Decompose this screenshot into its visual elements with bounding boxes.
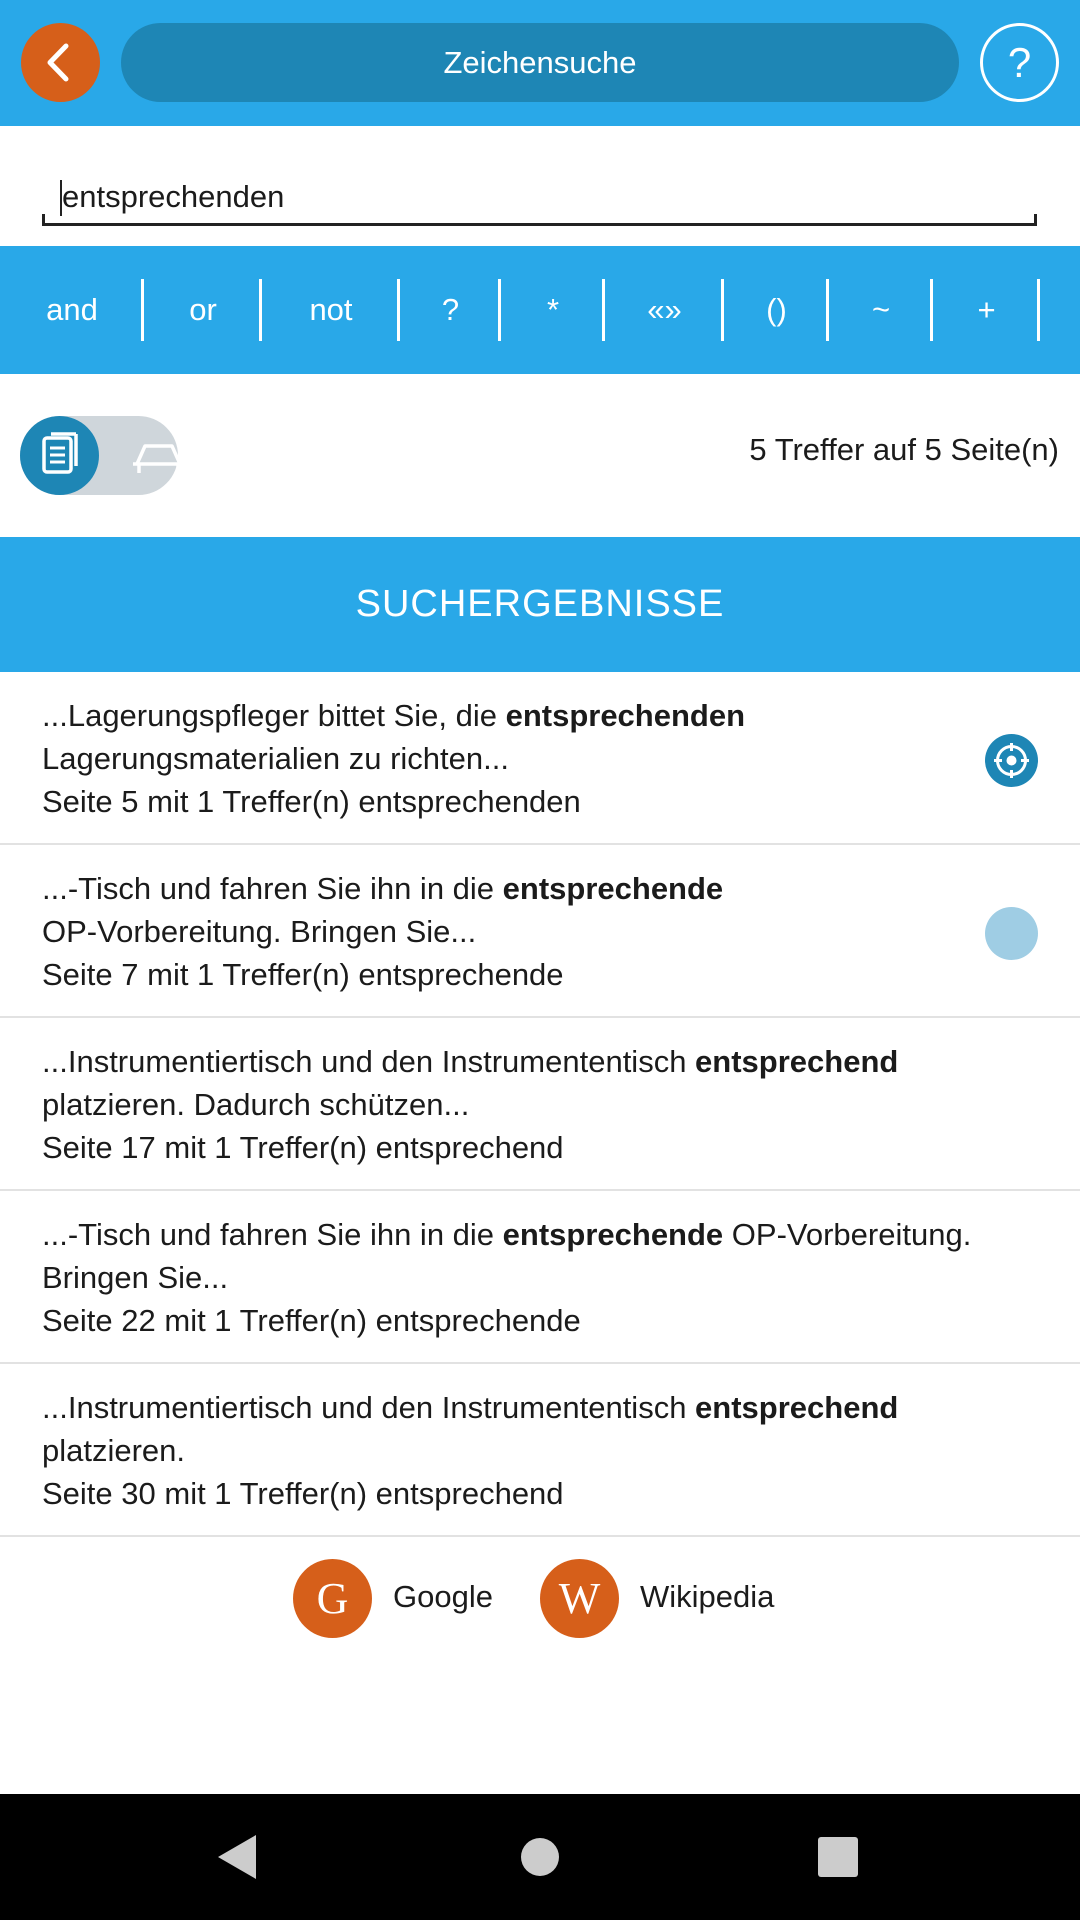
google-link[interactable]: Google xyxy=(393,1579,493,1615)
operator-not-button[interactable]: not xyxy=(262,246,400,374)
nav-back-icon[interactable] xyxy=(218,1835,256,1879)
result-indicator[interactable] xyxy=(985,907,1038,960)
wikipedia-logo-icon[interactable]: W xyxy=(540,1559,619,1638)
view-mode-toggle[interactable] xyxy=(20,416,184,495)
document-view-option[interactable] xyxy=(20,416,99,495)
nav-recents-icon[interactable] xyxy=(818,1837,858,1877)
match-highlight: entsprechende xyxy=(502,1217,724,1252)
results-section-header: SUCHERGEBNISSE xyxy=(0,537,1080,672)
match-highlight: entsprechend xyxy=(695,1044,899,1079)
google-logo-icon[interactable]: G xyxy=(293,1559,372,1638)
result-meta: Seite 30 mit 1 Treffer(n) entsprechend xyxy=(42,1476,564,1511)
operator-fuzzy-button[interactable]: ~ xyxy=(829,246,933,374)
result-item[interactable]: ...Instrumentiertisch und den Instrument… xyxy=(0,1018,1080,1191)
operator-phrase-button[interactable]: «» xyxy=(605,246,724,374)
results-list: ...Lagerungspfleger bittet Sie, die ents… xyxy=(0,672,1080,1537)
result-item[interactable]: ...-Tisch und fahren Sie ihn in die ents… xyxy=(0,1191,1080,1364)
result-meta: Seite 5 mit 1 Treffer(n) entsprechenden xyxy=(42,784,581,819)
external-search-links: G Google W Wikipedia xyxy=(0,1557,1080,1641)
table-view-option[interactable] xyxy=(119,416,198,495)
result-meta: Seite 7 mit 1 Treffer(n) entsprechende xyxy=(42,957,564,992)
result-snippet-continued: platzieren. Dadurch schützen... xyxy=(42,1087,470,1122)
help-button[interactable]: ? xyxy=(980,23,1059,102)
result-snippet-continued: Bringen Sie... xyxy=(42,1260,229,1295)
result-snippet: ...Instrumentiertisch und den Instrument… xyxy=(42,1390,899,1425)
operator-wildcard-single-button[interactable]: ? xyxy=(400,246,501,374)
table-icon xyxy=(133,444,184,473)
operator-or-button[interactable]: or xyxy=(144,246,262,374)
nav-home-icon[interactable] xyxy=(521,1838,559,1876)
search-field xyxy=(42,170,1037,226)
document-icon xyxy=(42,432,78,474)
top-app-bar: Zeichensuche ? xyxy=(0,0,1080,126)
match-highlight: entsprechende xyxy=(502,871,724,906)
text-caret xyxy=(60,180,62,216)
search-underline xyxy=(42,214,1037,226)
hit-count: 5 Treffer auf 5 Seite(n) xyxy=(749,432,1059,467)
match-highlight: entsprechend xyxy=(695,1390,899,1425)
page-title: Zeichensuche xyxy=(121,23,959,102)
result-snippet-continued: platzieren. xyxy=(42,1433,186,1468)
result-meta: Seite 17 mit 1 Treffer(n) entsprechend xyxy=(42,1130,564,1165)
operator-required-button[interactable]: + xyxy=(933,246,1040,374)
crosshair-icon xyxy=(994,743,1029,778)
result-item[interactable]: ...Lagerungspfleger bittet Sie, die ents… xyxy=(0,672,1080,845)
result-snippet: ...-Tisch und fahren Sie ihn in die ents… xyxy=(42,871,724,906)
operator-and-button[interactable]: and xyxy=(0,246,144,374)
current-result-indicator[interactable] xyxy=(985,734,1038,787)
result-snippet-continued: Lagerungsmaterialien zu richten... xyxy=(42,741,509,776)
operator-wildcard-multi-button[interactable]: * xyxy=(501,246,605,374)
result-item[interactable]: ...-Tisch und fahren Sie ihn in die ents… xyxy=(0,845,1080,1018)
result-snippet: ...Instrumentiertisch und den Instrument… xyxy=(42,1044,899,1079)
operator-group-button[interactable]: () xyxy=(724,246,829,374)
result-snippet: ...Lagerungspfleger bittet Sie, die ents… xyxy=(42,698,746,733)
chevron-left-icon xyxy=(47,43,69,82)
result-snippet: ...-Tisch und fahren Sie ihn in die ents… xyxy=(42,1217,972,1252)
result-meta: Seite 22 mit 1 Treffer(n) entsprechende xyxy=(42,1303,581,1338)
system-navigation-bar xyxy=(0,1794,1080,1920)
result-item[interactable]: ...Instrumentiertisch und den Instrument… xyxy=(0,1364,1080,1537)
operator-bar: and or not ? * «» () ~ + xyxy=(0,246,1080,374)
back-button[interactable] xyxy=(21,23,100,102)
match-highlight: entsprechenden xyxy=(505,698,746,733)
wikipedia-link[interactable]: Wikipedia xyxy=(640,1579,774,1615)
result-snippet-continued: OP-Vorbereitung. Bringen Sie... xyxy=(42,914,477,949)
